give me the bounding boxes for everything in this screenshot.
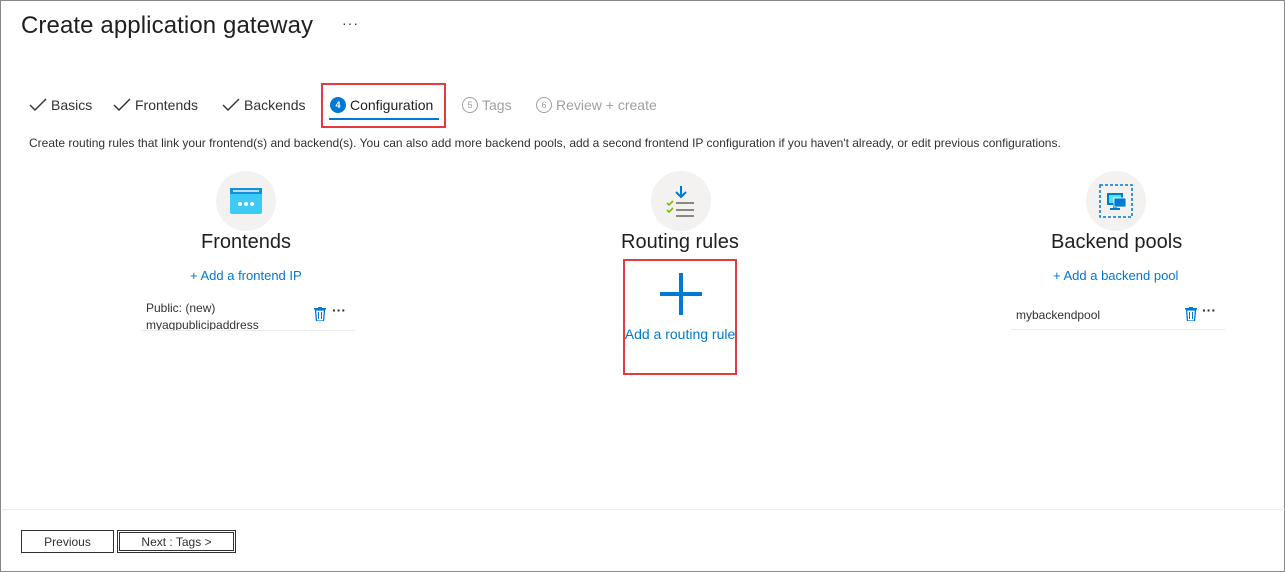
checkmark-icon bbox=[113, 98, 131, 111]
backend-list-item[interactable]: mybackendpool ··· bbox=[1011, 301, 1225, 330]
frontend-icon bbox=[216, 171, 276, 231]
frontend-item-name: myagpublicipaddress bbox=[146, 318, 259, 330]
delete-icon[interactable] bbox=[1185, 307, 1197, 321]
routing-rules-title: Routing rules bbox=[621, 231, 739, 253]
tab-highlight-box bbox=[321, 83, 446, 128]
tab-basics[interactable]: Basics bbox=[29, 95, 92, 115]
routing-rules-icon bbox=[651, 171, 711, 231]
step-number-badge: 5 bbox=[462, 97, 478, 113]
previous-button[interactable]: Previous bbox=[21, 530, 114, 553]
checkmark-icon bbox=[29, 98, 47, 111]
add-rule-highlight-box bbox=[623, 259, 737, 375]
app-window: Create application gateway ··· Basics Fr… bbox=[0, 0, 1285, 572]
backend-pools-title: Backend pools bbox=[1051, 231, 1183, 253]
tab-review-create[interactable]: 6 Review + create bbox=[536, 95, 657, 115]
footer-divider bbox=[2, 509, 1285, 510]
checkmark-icon bbox=[222, 98, 240, 111]
page-title: Create application gateway bbox=[21, 12, 314, 39]
tab-frontends[interactable]: Frontends bbox=[113, 95, 198, 115]
frontend-item-type: Public: (new) bbox=[146, 301, 216, 315]
step-number-badge: 6 bbox=[536, 97, 552, 113]
more-options-icon[interactable]: ··· bbox=[342, 15, 359, 31]
add-backend-pool-link[interactable]: + Add a backend pool bbox=[1053, 268, 1178, 283]
tab-label: Tags bbox=[482, 97, 512, 113]
more-options-icon[interactable]: ··· bbox=[1202, 303, 1216, 317]
add-frontend-ip-link[interactable]: + Add a frontend IP bbox=[190, 268, 302, 283]
tab-backends[interactable]: Backends bbox=[222, 95, 305, 115]
frontend-list-item[interactable]: Public: (new) myagpublicipaddress ··· bbox=[141, 297, 355, 331]
tab-label: Basics bbox=[51, 97, 93, 113]
frontends-title: Frontends bbox=[201, 231, 292, 253]
next-tags-button[interactable]: Next : Tags > bbox=[117, 530, 236, 553]
more-options-icon[interactable]: ··· bbox=[332, 303, 346, 317]
delete-icon[interactable] bbox=[314, 307, 326, 321]
backend-item-name: mybackendpool bbox=[1016, 308, 1101, 322]
backend-pools-icon bbox=[1086, 171, 1146, 231]
tab-tags[interactable]: 5 Tags bbox=[462, 95, 512, 115]
tab-label: Frontends bbox=[135, 97, 199, 113]
tab-label: Backends bbox=[244, 97, 306, 113]
tab-label: Review + create bbox=[556, 97, 657, 113]
configuration-description: Create routing rules that link your fron… bbox=[29, 136, 1061, 150]
